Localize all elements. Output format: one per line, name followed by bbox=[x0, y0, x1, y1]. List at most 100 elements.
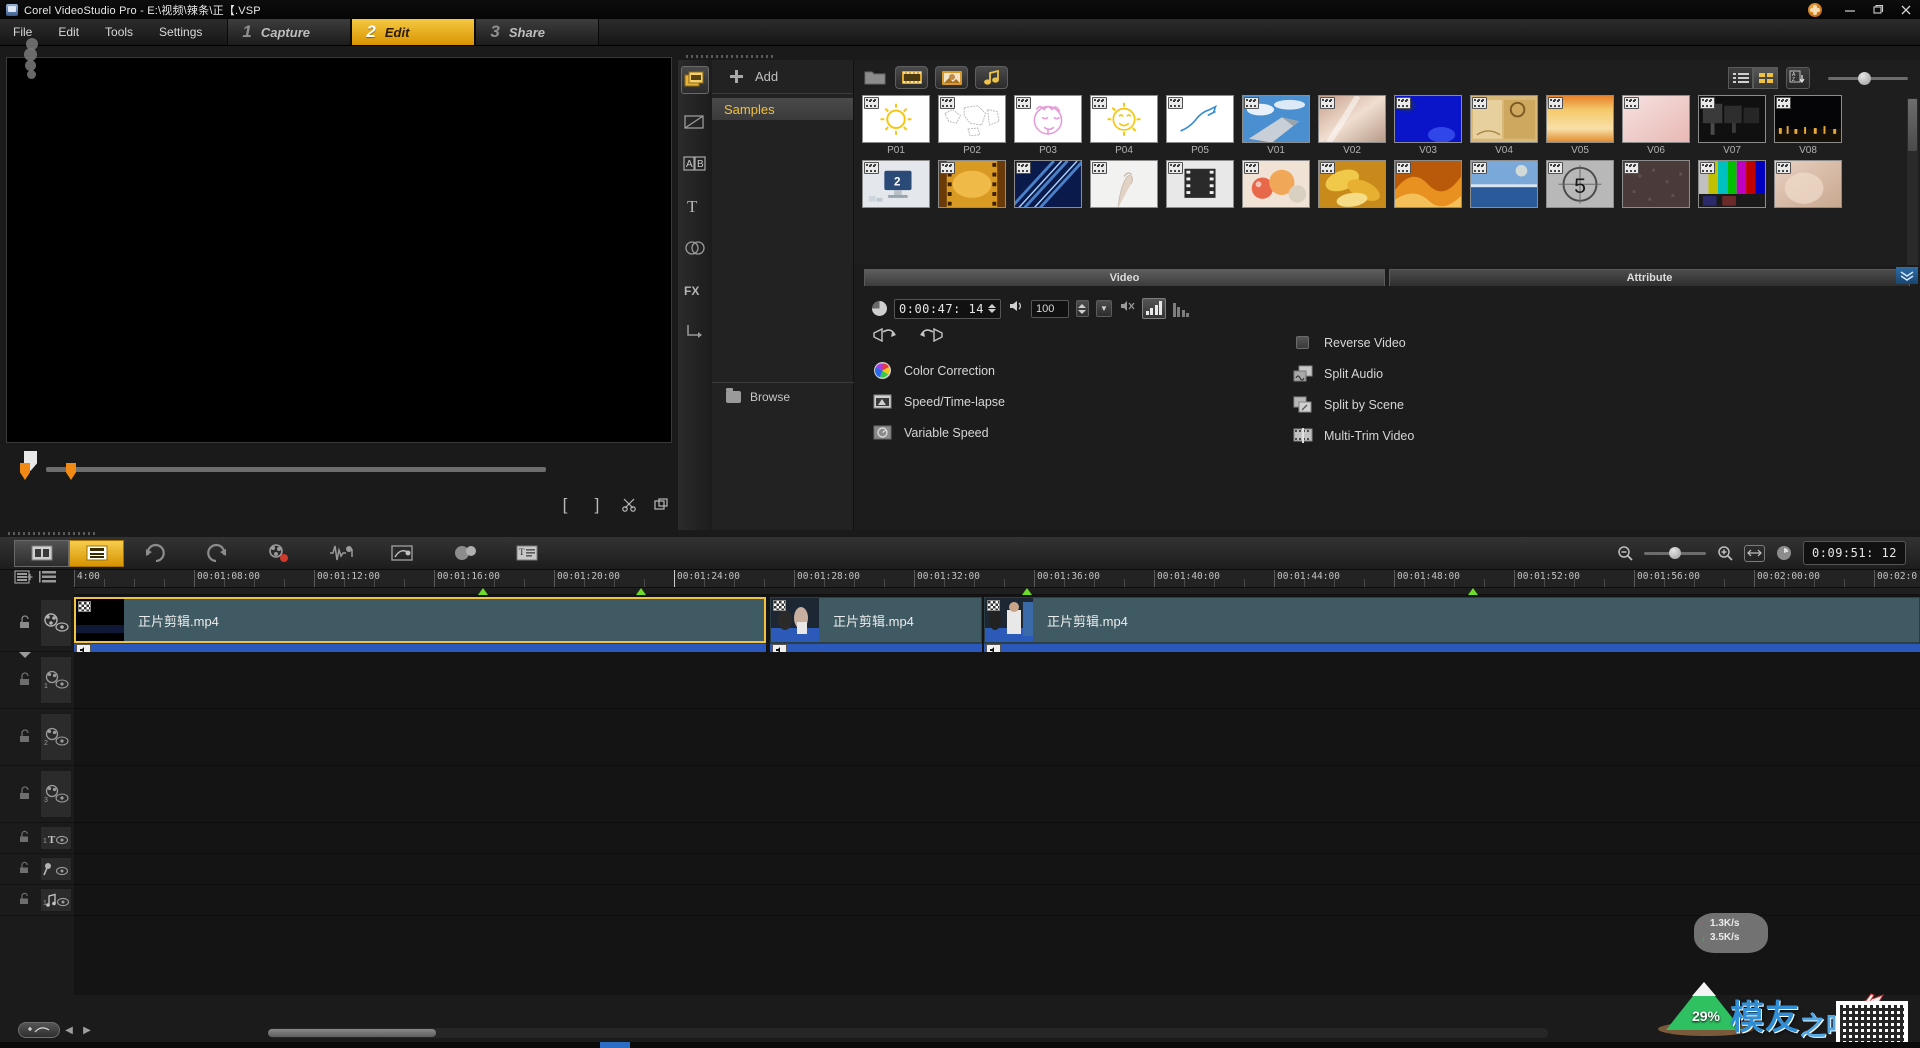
timeline-clip[interactable]: 正片剪辑.mp4 bbox=[984, 597, 1920, 643]
music-track-button[interactable]: 1 bbox=[40, 888, 72, 912]
timeline-clip[interactable]: 正片剪辑.mp4 bbox=[74, 597, 766, 643]
track-header-voice[interactable] bbox=[0, 854, 74, 885]
thumbnail[interactable] bbox=[1774, 160, 1842, 208]
menu-edit[interactable]: Edit bbox=[45, 19, 92, 45]
close-button[interactable] bbox=[1892, 0, 1920, 19]
show-photos-icon[interactable] bbox=[935, 66, 968, 89]
mark-in-button[interactable]: [ bbox=[556, 495, 574, 514]
open-folder-icon[interactable] bbox=[862, 67, 888, 89]
thumbnail[interactable] bbox=[1546, 95, 1614, 143]
mark-out-button[interactable]: ] bbox=[588, 495, 606, 514]
menu-tools[interactable]: Tools bbox=[92, 19, 146, 45]
thumbnail[interactable] bbox=[1394, 95, 1462, 143]
thumbnail[interactable] bbox=[1470, 160, 1538, 208]
zoom-out-icon[interactable] bbox=[1616, 544, 1634, 562]
media-item-v08[interactable]: V08 bbox=[1774, 95, 1842, 156]
media-item-p04[interactable]: P04 bbox=[1090, 95, 1158, 156]
thumbnail[interactable] bbox=[1622, 160, 1690, 208]
voice-track[interactable] bbox=[74, 854, 1920, 885]
timeline-horizontal-scrollbar[interactable] bbox=[268, 1028, 1548, 1038]
thumbnail[interactable] bbox=[1014, 95, 1082, 143]
show-audio-icon[interactable] bbox=[975, 66, 1008, 89]
overlay-track-3-button[interactable]: 3 bbox=[40, 770, 72, 818]
unlock-icon[interactable] bbox=[18, 671, 32, 689]
media-item-v04[interactable]: V04 bbox=[1470, 95, 1538, 156]
marker-row[interactable] bbox=[74, 588, 1920, 595]
slider-knob[interactable] bbox=[1858, 71, 1871, 85]
project-duration-field[interactable]: 0:09:51: 12 bbox=[1803, 541, 1906, 565]
media-item-p05[interactable]: P05 bbox=[1166, 95, 1234, 156]
chevron-double-down-icon[interactable] bbox=[1896, 267, 1918, 284]
media-item-film-gold[interactable] bbox=[938, 160, 1006, 210]
grid-view-icon[interactable] bbox=[1753, 66, 1778, 89]
chapter-marker[interactable] bbox=[636, 588, 646, 595]
sort-az-icon[interactable]: AZ bbox=[1786, 66, 1810, 89]
chapter-list-icon[interactable] bbox=[39, 570, 59, 589]
media-item-blue-rays[interactable] bbox=[1014, 160, 1082, 210]
tab-attribute[interactable]: Attribute bbox=[1389, 269, 1910, 286]
folder-item-samples[interactable]: Samples bbox=[712, 98, 853, 120]
unlock-icon[interactable] bbox=[18, 785, 32, 803]
scrollbar-thumb[interactable] bbox=[1908, 99, 1917, 151]
unlock-icon[interactable] bbox=[18, 861, 31, 877]
rotate-right-icon[interactable] bbox=[918, 327, 944, 350]
volume-dropdown[interactable]: ▼ bbox=[1095, 300, 1112, 317]
preview-screen[interactable] bbox=[6, 57, 672, 443]
storyboard-view-icon[interactable] bbox=[14, 539, 69, 567]
timeline-view-icon[interactable] bbox=[69, 539, 124, 567]
timeline-zoom-slider[interactable] bbox=[1644, 546, 1707, 560]
thumbnail[interactable] bbox=[1698, 160, 1766, 208]
library-scrollbar[interactable] bbox=[1907, 98, 1918, 266]
rotate-left-icon[interactable] bbox=[872, 327, 898, 350]
fade-in-icon[interactable] bbox=[1141, 298, 1166, 319]
add-track-button[interactable] bbox=[18, 1022, 60, 1038]
media-item-yellow-petals[interactable] bbox=[1318, 160, 1386, 210]
media-item-dark-noise[interactable] bbox=[1622, 160, 1690, 210]
tab-edit[interactable]: 2 Edit bbox=[351, 19, 476, 45]
maximize-button[interactable] bbox=[1864, 0, 1892, 19]
color-correction-button[interactable]: Color Correction bbox=[872, 355, 1292, 386]
add-media-button[interactable]: Add bbox=[712, 60, 853, 94]
tab-video[interactable]: Video bbox=[864, 269, 1385, 286]
zoom-in-icon[interactable] bbox=[1716, 544, 1734, 562]
thumbnail[interactable] bbox=[1090, 160, 1158, 208]
volume-value[interactable]: 100 bbox=[1030, 299, 1069, 318]
overlay-track-2[interactable] bbox=[74, 709, 1920, 766]
media-item-sea-blue[interactable] bbox=[1470, 160, 1538, 210]
record-capture-icon[interactable] bbox=[248, 538, 310, 568]
thumbnail[interactable] bbox=[1242, 95, 1310, 143]
timeline-clip[interactable]: 正片剪辑.mp4 bbox=[770, 597, 982, 643]
track-header-overlay-2[interactable]: 2 bbox=[0, 709, 74, 766]
scissors-icon[interactable] bbox=[620, 496, 638, 514]
clock-icon[interactable] bbox=[1775, 544, 1793, 562]
thumbnail[interactable] bbox=[1014, 160, 1082, 208]
thumbnail[interactable] bbox=[1394, 160, 1462, 208]
thumbnail[interactable] bbox=[1774, 95, 1842, 143]
rail-transitions-icon[interactable] bbox=[681, 108, 709, 136]
rail-filter-icon[interactable] bbox=[681, 234, 709, 262]
zoom-slider-knob[interactable] bbox=[1669, 547, 1682, 559]
thumbnail[interactable] bbox=[1166, 160, 1234, 208]
track-header-overlay-3[interactable]: 3 bbox=[0, 766, 74, 823]
rail-titles-icon[interactable]: AB bbox=[681, 150, 709, 178]
voice-track-button[interactable] bbox=[40, 857, 72, 881]
rail-path-icon[interactable] bbox=[681, 318, 709, 346]
motion-tracking-icon[interactable] bbox=[372, 538, 434, 568]
media-item-orange-swirl[interactable] bbox=[1394, 160, 1462, 210]
menu-settings[interactable]: Settings bbox=[146, 19, 215, 45]
track-header-overlay-1[interactable]: 1 bbox=[0, 652, 74, 709]
overlay-track-1[interactable] bbox=[74, 652, 1920, 709]
paw-orb-icon[interactable] bbox=[1808, 2, 1822, 17]
fit-project-icon[interactable] bbox=[1744, 544, 1766, 562]
duration-field[interactable]: 0:00:47: 14 bbox=[894, 298, 1001, 319]
video-track-button[interactable] bbox=[40, 599, 72, 647]
rail-media-icon[interactable] bbox=[681, 66, 709, 94]
unlock-icon[interactable] bbox=[18, 830, 31, 846]
title-track-1[interactable] bbox=[74, 823, 1920, 854]
scrub-bar[interactable] bbox=[6, 451, 672, 483]
thumbnail[interactable] bbox=[1242, 160, 1310, 208]
thumbnail[interactable] bbox=[1166, 95, 1234, 143]
media-item-color-bars[interactable] bbox=[1698, 160, 1766, 210]
scroll-right-button[interactable]: ▶ bbox=[78, 1022, 96, 1038]
media-item-balloons[interactable] bbox=[1242, 160, 1310, 210]
